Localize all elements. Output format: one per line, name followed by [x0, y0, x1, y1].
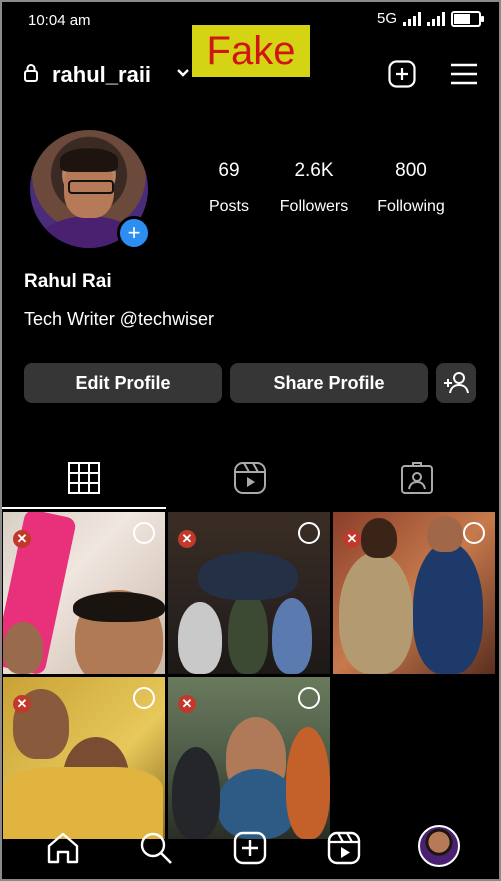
chevron-down-icon[interactable]	[176, 66, 190, 80]
lock-icon	[24, 64, 38, 82]
profile-header: rahul_raii	[22, 58, 479, 92]
battery-icon	[451, 10, 484, 27]
post-thumbnail[interactable]: ✕	[168, 512, 330, 674]
post-thumbnail[interactable]: ✕	[333, 512, 495, 674]
reels-icon[interactable]	[233, 461, 267, 495]
discover-people-button[interactable]	[436, 363, 476, 403]
remove-icon[interactable]: ✕	[178, 530, 196, 548]
network-label: 5G	[376, 10, 397, 27]
select-circle[interactable]	[133, 522, 155, 544]
remove-icon[interactable]: ✕	[343, 530, 361, 548]
tagged-icon[interactable]	[400, 461, 434, 495]
profile-nav-avatar[interactable]	[418, 825, 460, 867]
add-story-icon[interactable]: +	[117, 216, 151, 250]
profile-tabs	[0, 455, 497, 509]
search-icon[interactable]	[138, 830, 174, 866]
remove-icon[interactable]: ✕	[178, 695, 196, 713]
status-time: 10:04 am	[28, 12, 91, 29]
select-circle[interactable]	[463, 522, 485, 544]
remove-icon[interactable]: ✕	[13, 530, 31, 548]
followers-label: Followers	[279, 198, 349, 215]
select-circle[interactable]	[298, 522, 320, 544]
stat-posts[interactable]: 69 Posts	[182, 160, 276, 216]
reels-nav-icon[interactable]	[326, 830, 362, 866]
create-icon[interactable]	[232, 830, 268, 866]
select-circle[interactable]	[133, 687, 155, 709]
username[interactable]: rahul_raii	[52, 62, 151, 88]
status-icons: 5G	[376, 10, 484, 27]
post-thumbnail[interactable]: ✕	[168, 677, 330, 839]
create-post-icon[interactable]	[388, 60, 416, 88]
following-label: Following	[377, 198, 445, 215]
edit-profile-button[interactable]: Edit Profile	[24, 363, 222, 403]
grid-icon[interactable]	[67, 461, 101, 495]
select-circle[interactable]	[298, 687, 320, 709]
share-profile-button[interactable]: Share Profile	[230, 363, 428, 403]
profile-bio: Tech Writer @techwiser	[24, 309, 214, 329]
profile-name: Rahul Rai	[24, 271, 112, 292]
bottom-navigation	[0, 820, 497, 878]
remove-icon[interactable]: ✕	[13, 695, 31, 713]
posts-label: Posts	[208, 198, 249, 215]
post-thumbnail[interactable]: ✕	[3, 512, 165, 674]
signal-icon-2	[427, 11, 445, 26]
add-user-icon	[444, 372, 469, 394]
active-tab-indicator	[0, 507, 166, 509]
stat-following[interactable]: 800 Following	[364, 160, 458, 216]
stat-followers[interactable]: 2.6K Followers	[267, 160, 361, 216]
post-thumbnail[interactable]: ✕	[3, 677, 165, 839]
following-count: 800	[395, 160, 427, 181]
followers-count: 2.6K	[294, 160, 334, 181]
home-icon[interactable]	[45, 830, 81, 866]
posts-count: 69	[218, 160, 240, 181]
menu-icon[interactable]	[450, 62, 478, 86]
signal-icon	[403, 11, 421, 26]
